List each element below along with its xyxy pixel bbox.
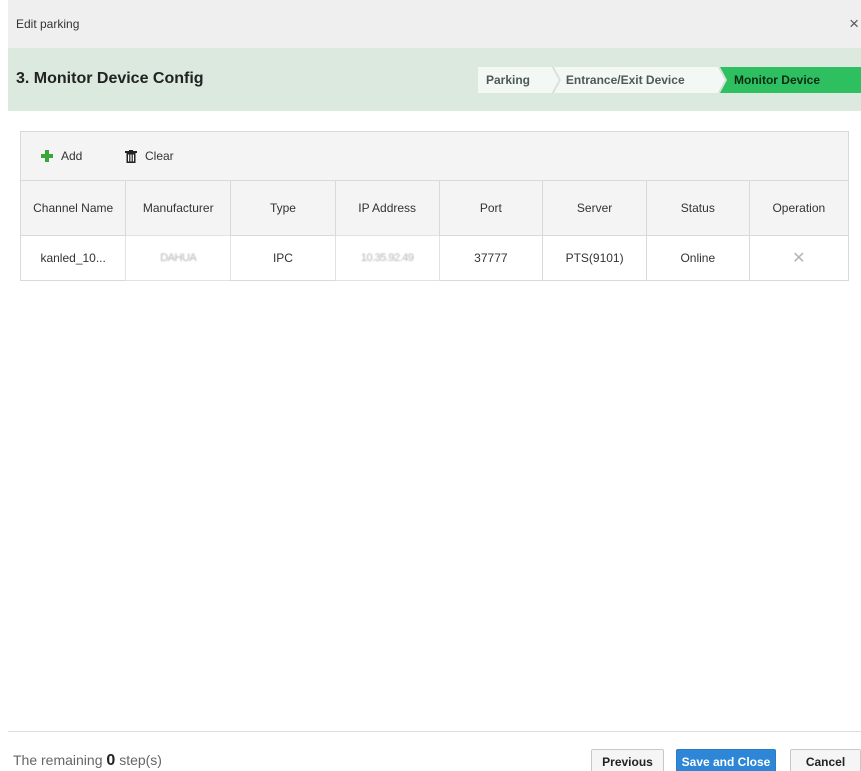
cell-status: Online	[646, 235, 750, 280]
device-panel: Add Clear Channel Name Manufacturer Type	[20, 131, 849, 281]
close-icon[interactable]: ×	[849, 14, 859, 34]
cell-channel-name: kanled_10...	[21, 235, 127, 280]
cell-server: PTS(9101)	[542, 235, 647, 280]
previous-button[interactable]: Previous	[591, 749, 664, 771]
col-port[interactable]: Port	[439, 181, 544, 236]
save-and-close-button[interactable]: Save and Close	[676, 749, 776, 771]
cancel-button[interactable]: Cancel	[790, 749, 861, 771]
trash-icon	[125, 149, 137, 163]
dialog-title: Edit parking	[16, 17, 80, 31]
table-row[interactable]: kanled_10... DAHUA IPC 10.35.92.49 37777…	[21, 235, 848, 280]
remaining-count: 0	[106, 752, 116, 769]
step-indicator: Parking Info Entrance/Exit Device Config…	[478, 67, 861, 93]
cell-manufacturer: DAHUA	[125, 235, 232, 280]
clear-button[interactable]: Clear	[125, 149, 174, 163]
step-title: 3. Monitor Device Config	[16, 70, 204, 87]
step-parking-info[interactable]: Parking Info	[478, 67, 560, 93]
dialog-header: Edit parking ×	[8, 0, 861, 48]
remaining-steps: The remaining 0 step(s)	[13, 752, 162, 769]
clear-label: Clear	[145, 149, 174, 163]
cell-ip-address: 10.35.92.49	[335, 235, 440, 280]
col-channel-name[interactable]: Channel Name	[21, 181, 127, 236]
footer-divider	[8, 731, 861, 732]
col-manufacturer[interactable]: Manufacturer	[125, 181, 232, 236]
cell-type: IPC	[230, 235, 336, 280]
add-label: Add	[61, 149, 83, 163]
step-header: 3. Monitor Device Config Parking Info En…	[8, 48, 861, 111]
col-server[interactable]: Server	[542, 181, 647, 236]
delete-icon[interactable]: ✕	[792, 250, 805, 267]
step-entrance-exit-device-config[interactable]: Entrance/Exit Device Config	[554, 67, 726, 93]
col-status[interactable]: Status	[646, 181, 750, 236]
table-header-row: Channel Name Manufacturer Type IP Addres…	[21, 181, 848, 236]
col-operation: Operation	[749, 181, 848, 236]
cell-operation: ✕	[749, 235, 848, 280]
col-ip-address[interactable]: IP Address	[335, 181, 440, 236]
device-table: Channel Name Manufacturer Type IP Addres…	[21, 181, 848, 280]
toolbar: Add Clear	[21, 132, 848, 181]
cell-port: 37777	[439, 235, 544, 280]
add-button[interactable]: Add	[41, 149, 82, 163]
col-type[interactable]: Type	[230, 181, 336, 236]
plus-icon	[41, 150, 53, 162]
step-monitor-device-config[interactable]: Monitor Device Config	[719, 67, 861, 93]
